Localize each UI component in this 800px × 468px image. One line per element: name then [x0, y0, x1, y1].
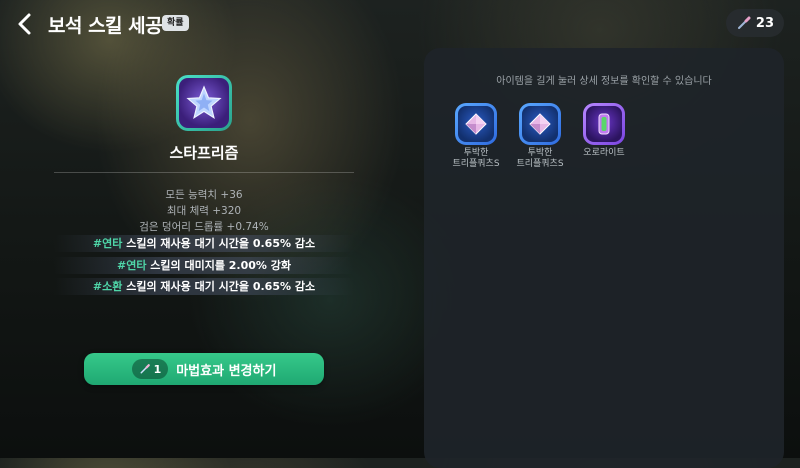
effect-tag: #소환: [92, 280, 123, 293]
panel-hint: 아이템을 길게 눌러 상세 정보를 확인할 수 있습니다: [496, 76, 712, 87]
items-panel: 아이템을 길게 눌러 상세 정보를 확인할 수 있습니다 투박한 트리플쿼츠S: [424, 48, 784, 468]
chevron-left-icon: [18, 13, 31, 35]
probability-badge[interactable]: 확률: [162, 15, 189, 31]
item-icon-frame: [583, 103, 625, 145]
item-name: 투박한 트리플쿼츠S: [452, 148, 500, 169]
item-triple-quartz-1[interactable]: 투박한 트리플쿼츠S: [446, 103, 506, 170]
change-button-label: 마법효과 변경하기: [176, 363, 277, 379]
item-name: 오로라이트: [583, 148, 625, 158]
item-triple-quartz-2[interactable]: 투박한 트리플쿼츠S: [510, 103, 570, 170]
chisel-icon: [140, 364, 150, 374]
item-aurorite[interactable]: 오로라이트: [574, 103, 634, 159]
diamond-gem-icon: [529, 113, 551, 135]
effect-line: #연타 스킬의 재사용 대기 시간을 0.65% 감소: [54, 235, 354, 252]
effect-line: #소환 스킬의 재사용 대기 시간을 0.65% 감소: [54, 278, 354, 295]
change-magic-effect-button[interactable]: 1 마법효과 변경하기: [84, 353, 324, 385]
effect-line: #연타 스킬의 대미지를 2.00% 강화: [54, 257, 354, 274]
cost-value: 1: [153, 362, 162, 376]
effect-text: 스킬의 재사용 대기 시간을 0.65% 감소: [122, 280, 316, 293]
item-name: 투박한 트리플쿼츠S: [516, 148, 564, 169]
currency-counter[interactable]: 23: [725, 9, 784, 37]
star-prism-item[interactable]: [176, 75, 232, 131]
effect-text: 스킬의 재사용 대기 시간을 0.65% 감소: [122, 237, 316, 250]
cost-pill: 1: [131, 359, 169, 379]
currency-amount: 23: [755, 15, 774, 31]
aurora-crystal-icon: [598, 113, 610, 135]
stat-drop-rate: 검은 덩어리 드롭률 +0.74%: [139, 221, 269, 233]
item-icon-frame: [519, 103, 561, 145]
chisel-icon: [737, 16, 751, 29]
prism-name: 스타프리즘: [169, 144, 239, 162]
star-prism-icon: [186, 85, 222, 119]
back-button[interactable]: [14, 12, 36, 36]
effect-tag: #연타: [116, 259, 147, 272]
page-title: 보석 스킬 세공: [48, 15, 163, 37]
divider: [54, 172, 354, 173]
item-icon-frame: [455, 103, 497, 145]
effect-text: 스킬의 대미지를 2.00% 강화: [146, 259, 292, 272]
diamond-gem-icon: [465, 113, 487, 135]
effect-tag: #연타: [92, 237, 123, 250]
stat-max-hp: 최대 체력 +320: [166, 205, 242, 217]
stat-all-stats: 모든 능력치 +36: [165, 189, 243, 201]
